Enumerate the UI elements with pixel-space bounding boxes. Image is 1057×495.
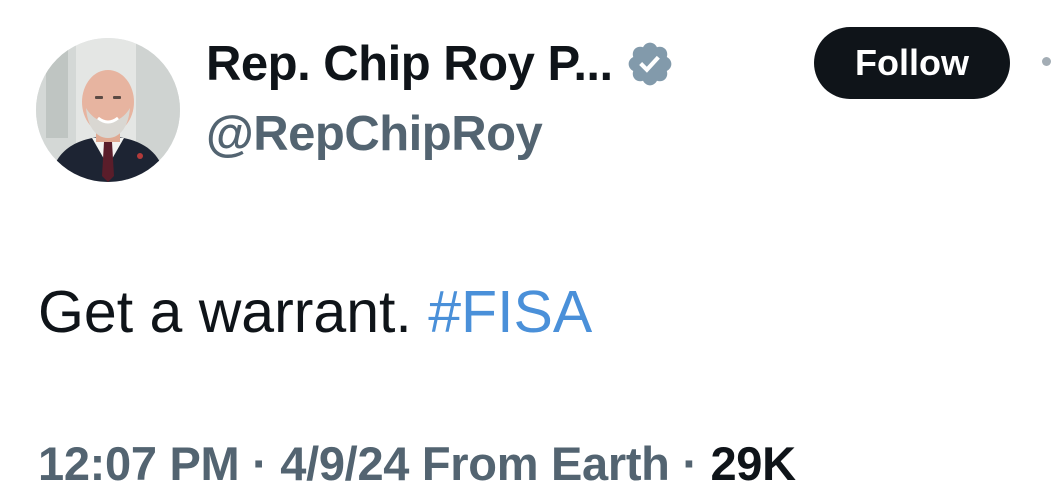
avatar[interactable] <box>36 38 180 182</box>
display-name[interactable]: Rep. Chip Roy P... <box>206 36 613 92</box>
tweet-body: Get a warrant. <box>38 279 412 345</box>
meta-separator: · <box>669 437 711 490</box>
author-name-row: Rep. Chip Roy P... <box>206 34 675 94</box>
views-count[interactable]: 29K <box>710 437 796 490</box>
tweet-meta: 12:07 PM · 4/9/24 From Earth · 29K <box>38 436 796 491</box>
tweet-text: Get a warrant. #FISA <box>38 278 592 346</box>
author-handle[interactable]: @RepChipRoy <box>206 106 543 162</box>
tweet-source: From Earth <box>421 437 670 490</box>
tweet-card: Rep. Chip Roy P... @RepChipRoy Follow Ge… <box>0 0 1057 495</box>
tweet-date[interactable]: 4/9/24 <box>280 437 409 490</box>
verified-badge-icon <box>625 39 675 89</box>
more-options-icon[interactable] <box>1038 52 1057 72</box>
tweet-time[interactable]: 12:07 PM <box>38 437 240 490</box>
follow-button[interactable]: Follow <box>814 27 1010 99</box>
profile-photo <box>36 38 180 182</box>
meta-separator: · <box>239 437 281 490</box>
hashtag-link[interactable]: #FISA <box>428 279 592 345</box>
